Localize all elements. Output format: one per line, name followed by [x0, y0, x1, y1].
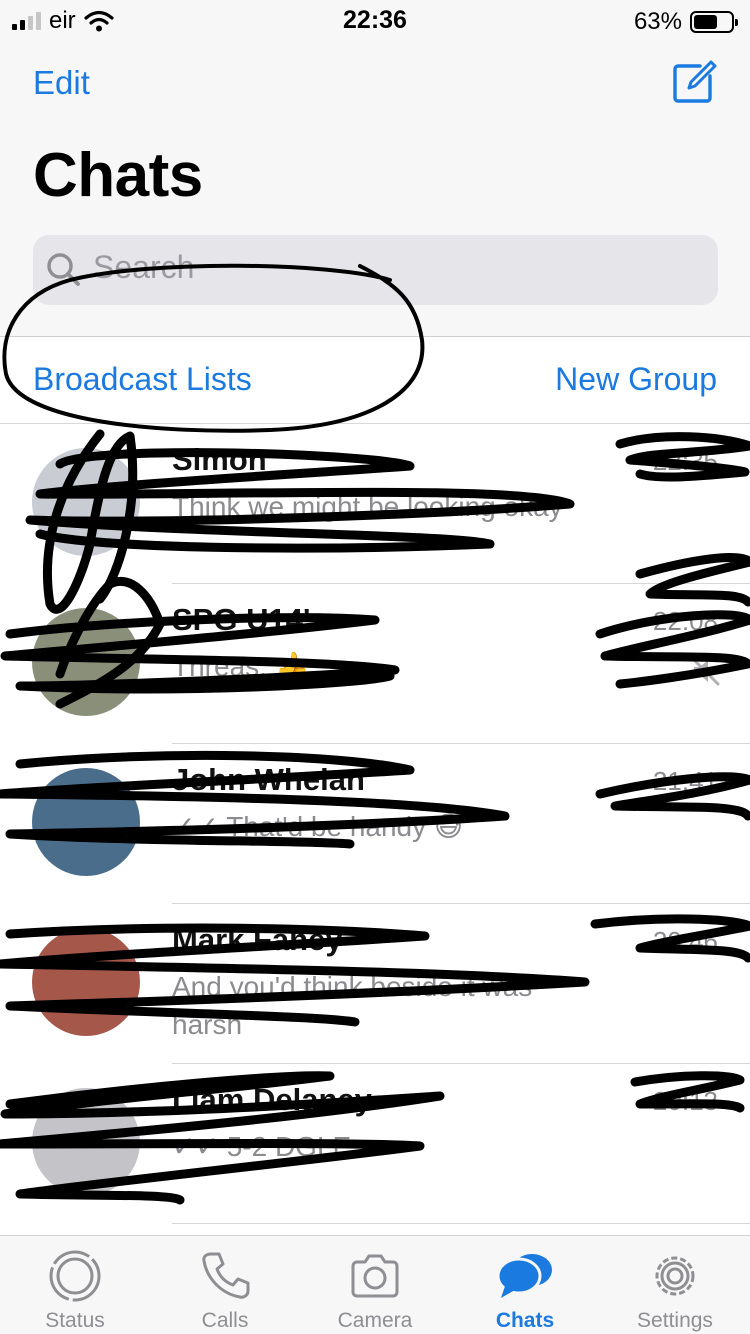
battery-percentage: 63% — [633, 8, 682, 35]
chat-time: 22:35 — [652, 446, 718, 476]
chat-preview: Think we might be looking okay — [172, 491, 563, 522]
chat-time: 20:46 — [652, 926, 718, 956]
tab-chats[interactable]: Chats — [450, 1236, 600, 1334]
chat-name: Liam Delaney — [172, 1082, 372, 1117]
tab-camera[interactable]: Camera — [300, 1236, 450, 1334]
gear-icon — [655, 1256, 695, 1296]
tab-label: Chats — [495, 1309, 555, 1332]
chat-list: Simon Think we might be looking okay 22:… — [0, 424, 750, 1234]
chat-name: Simon — [172, 442, 267, 477]
avatar — [32, 928, 140, 1036]
actions-row: Broadcast Lists New Group — [0, 337, 750, 423]
page-title: Chats — [33, 141, 203, 210]
chat-row[interactable]: Mark Fahey And you'd think beside it was… — [0, 904, 750, 1064]
header-area: eir 22:36 63% Edit Chats Search — [0, 0, 750, 337]
status-bar: eir 22:36 63% — [0, 0, 750, 40]
chat-name: SPG U14's — [172, 602, 328, 637]
camera-icon — [351, 1254, 399, 1298]
status-right: 63% — [633, 8, 738, 36]
chat-row[interactable]: Liam Delaney ✓✓ 5-2 DGLE 20:13 — [0, 1064, 750, 1224]
tab-bar: Status Calls Camera Chats Settings — [0, 1235, 750, 1334]
broadcast-lists-link[interactable]: Broadcast Lists — [33, 361, 252, 398]
tab-label: Settings — [637, 1309, 713, 1332]
search-input[interactable]: Search — [93, 249, 194, 286]
chat-preview: Threas: 👍 — [172, 651, 310, 682]
battery-fill — [694, 15, 717, 29]
tab-label: Calls — [201, 1309, 249, 1332]
edit-button[interactable]: Edit — [33, 64, 90, 102]
chat-row[interactable]: Simon Think we might be looking okay 22:… — [0, 424, 750, 584]
compose-icon[interactable] — [670, 58, 718, 106]
chat-time: 22:08 — [652, 606, 718, 636]
chat-row[interactable]: SPG U14's Threas: 👍 22:08 — [0, 584, 750, 744]
phone-icon — [202, 1252, 250, 1299]
avatar — [32, 1088, 140, 1196]
chat-time: 21:41 — [652, 766, 718, 796]
mute-icon — [690, 656, 720, 686]
row-divider — [172, 1223, 750, 1224]
chat-time: 20:13 — [652, 1086, 718, 1116]
nav-row: Edit — [0, 56, 750, 112]
battery-icon — [690, 11, 738, 33]
whatsapp-chats-screen: eir 22:36 63% Edit Chats Search Broadcas… — [0, 0, 750, 1334]
chat-preview: ✓✓ 5-2 DGLE — [172, 1131, 352, 1162]
chat-row[interactable]: John Whelan ✓✓ That'd be handy 😅 21:41 — [0, 744, 750, 904]
tab-status[interactable]: Status — [0, 1236, 150, 1334]
chat-preview: And you'd think beside it was harsh — [172, 971, 533, 1040]
status-icon — [49, 1250, 101, 1302]
tab-label: Status — [45, 1309, 105, 1332]
chat-preview: ✓✓ That'd be handy 😅 — [172, 811, 464, 842]
avatar — [32, 448, 140, 556]
tab-calls[interactable]: Calls — [150, 1236, 300, 1334]
search-bar[interactable]: Search — [33, 235, 718, 305]
tab-label: Camera — [337, 1309, 413, 1332]
chats-icon — [496, 1254, 552, 1298]
chat-name: John Whelan — [172, 762, 365, 797]
chat-name: Mark Fahey — [172, 922, 343, 957]
tab-settings[interactable]: Settings — [600, 1236, 750, 1334]
search-icon — [47, 253, 80, 286]
avatar — [32, 768, 140, 876]
new-group-link[interactable]: New Group — [555, 361, 717, 398]
avatar — [32, 608, 140, 716]
